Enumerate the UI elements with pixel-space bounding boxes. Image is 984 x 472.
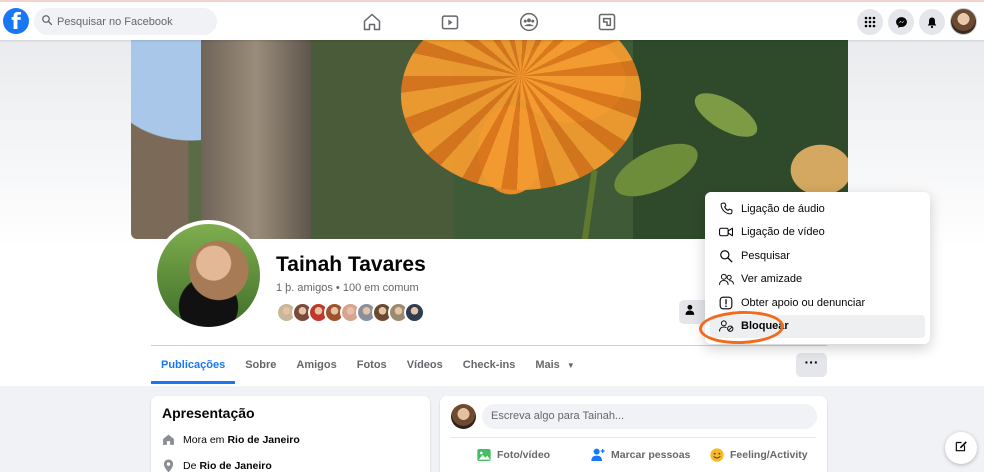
search-input[interactable] bbox=[57, 15, 207, 28]
house-icon bbox=[162, 433, 176, 447]
feeling-activity-label: Feeling/Activity bbox=[730, 449, 808, 461]
menu-item-label: Ligação de vídeo bbox=[741, 226, 825, 239]
compose-icon bbox=[954, 439, 968, 458]
profile-picture[interactable] bbox=[153, 220, 264, 331]
lives-in-prefix: Mora em bbox=[183, 434, 225, 446]
tab-sobre[interactable]: Sobre bbox=[235, 346, 286, 384]
cover-photo-flower bbox=[401, 40, 641, 190]
cover-photo-stem bbox=[580, 169, 598, 239]
groups-icon[interactable] bbox=[518, 11, 540, 33]
tag-people-button[interactable]: Marcar pessoas bbox=[590, 447, 690, 463]
account-avatar[interactable] bbox=[950, 8, 977, 35]
composer-input[interactable]: Escreva algo para Tainah... bbox=[482, 404, 817, 429]
profile-tabs: Publicações Sobre Amigos Fotos Vídeos Ch… bbox=[151, 346, 585, 384]
lives-in-city[interactable]: Rio de Janeiro bbox=[227, 434, 299, 446]
menu-item-label: Pesquisar bbox=[741, 249, 790, 262]
tab-mais-label: Mais bbox=[535, 359, 560, 371]
intro-title: Apresentação bbox=[162, 405, 255, 421]
cover-photo-trunk bbox=[201, 40, 311, 239]
from-city[interactable]: Rio de Janeiro bbox=[199, 460, 271, 472]
composer-avatar[interactable] bbox=[451, 404, 476, 429]
caret-down-icon: ▼ bbox=[566, 361, 575, 370]
from-prefix: De bbox=[183, 460, 197, 472]
watch-icon[interactable] bbox=[439, 11, 461, 33]
menu-grid-icon[interactable] bbox=[857, 9, 883, 35]
menu-item-label: Ligação de áudio bbox=[741, 202, 825, 215]
feeling-activity-button[interactable]: Feeling/Activity bbox=[709, 447, 808, 463]
gaming-icon[interactable] bbox=[596, 11, 618, 33]
tab-mais[interactable]: Mais ▼ bbox=[525, 346, 584, 384]
menu-item-see-friendship[interactable]: Ver amizade bbox=[710, 268, 925, 292]
cover-photo-leaf bbox=[688, 84, 764, 146]
photo-video-button[interactable]: Foto/vídeo bbox=[476, 447, 550, 463]
mutual-friends-avatars bbox=[276, 302, 425, 324]
menu-item-video-call[interactable]: Ligação de vídeo bbox=[710, 221, 925, 245]
menu-item-label: Obter apoio ou denunciar bbox=[741, 296, 866, 309]
video-camera-icon bbox=[718, 224, 734, 240]
from-row: De Rio de Janeiro bbox=[162, 459, 272, 472]
tab-amigos[interactable]: Amigos bbox=[286, 346, 346, 384]
tab-publicacoes[interactable]: Publicações bbox=[151, 346, 236, 384]
menu-item-label: Ver amizade bbox=[741, 273, 803, 286]
feeling-icon bbox=[709, 447, 725, 463]
home-icon[interactable] bbox=[361, 11, 383, 33]
top-navigation-bar: f bbox=[0, 0, 984, 40]
profile-name: Tainah Tavares bbox=[276, 253, 426, 276]
tag-people-icon bbox=[590, 447, 606, 463]
photo-icon bbox=[476, 447, 492, 463]
search-icon bbox=[41, 13, 53, 31]
tag-people-label: Marcar pessoas bbox=[611, 449, 691, 461]
messenger-icon[interactable] bbox=[888, 9, 914, 35]
tab-check-ins[interactable]: Check-ins bbox=[453, 346, 526, 384]
mutual-friend-avatar[interactable] bbox=[404, 302, 425, 323]
tab-fotos[interactable]: Fotos bbox=[347, 346, 397, 384]
search-box[interactable] bbox=[34, 8, 217, 35]
photo-video-label: Foto/vídeo bbox=[497, 449, 551, 461]
friendship-icon bbox=[718, 271, 734, 287]
more-options-button[interactable]: ··· bbox=[796, 353, 827, 377]
post-composer-card: Escreva algo para Tainah... Foto/vídeo M… bbox=[440, 396, 827, 472]
tab-videos[interactable]: Vídeos bbox=[397, 346, 453, 384]
new-message-button[interactable] bbox=[945, 432, 977, 464]
friend-check-icon bbox=[685, 303, 698, 321]
search-icon bbox=[718, 248, 734, 264]
menu-item-audio-call[interactable]: Ligação de áudio bbox=[710, 197, 925, 221]
menu-item-search[interactable]: Pesquisar bbox=[710, 244, 925, 268]
facebook-logo[interactable]: f bbox=[3, 8, 29, 34]
report-icon bbox=[718, 295, 734, 311]
phone-icon bbox=[718, 201, 734, 217]
intro-card: Apresentação Mora em Rio de Janeiro De R… bbox=[151, 396, 430, 472]
notifications-icon[interactable] bbox=[919, 9, 945, 35]
friends-count[interactable]: 1 þ. amigos • 100 em comum bbox=[276, 282, 419, 294]
lives-in-row: Mora em Rio de Janeiro bbox=[162, 433, 300, 447]
composer-divider bbox=[451, 437, 816, 438]
location-pin-icon bbox=[162, 459, 176, 472]
